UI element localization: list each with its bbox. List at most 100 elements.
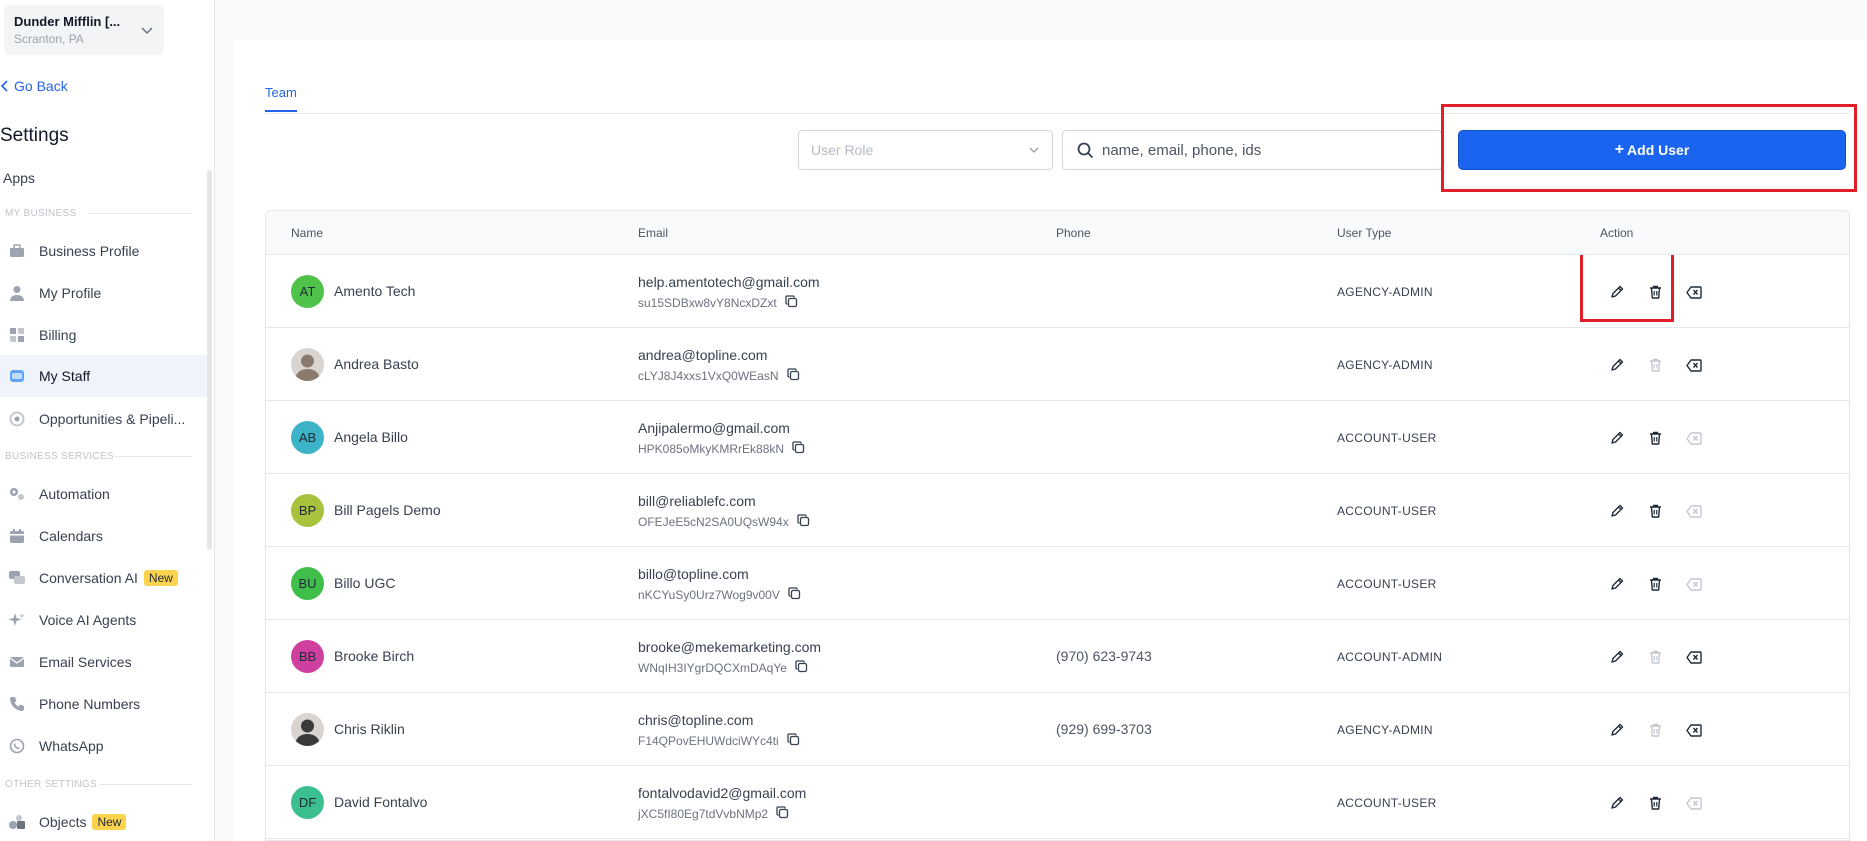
sidebar-item-opportunities[interactable]: Opportunities & Pipeli... xyxy=(0,400,207,438)
table-row: BP Bill Pagels Demo bill@reliablefc.com OFE… xyxy=(266,474,1849,547)
user-name: Andrea Basto xyxy=(334,356,419,372)
table-row: BB Brooke Birch brooke@mekemarketing.com WN… xyxy=(266,620,1849,693)
copy-icon[interactable] xyxy=(788,587,801,603)
location-subtitle: Scranton, PA xyxy=(14,32,84,46)
location-switcher[interactable]: Dunder Mifflin [... Scranton, PA xyxy=(4,5,164,55)
sidebar-item-apps[interactable]: Apps xyxy=(3,170,35,186)
section-label-business-services: BUSINESS SERVICES xyxy=(5,451,114,462)
table-row: Chris Riklin chris@topline.com F14QPovEHUW… xyxy=(266,693,1849,766)
avatar: BU xyxy=(291,567,324,600)
sidebar-item-calendars[interactable]: Calendars xyxy=(0,517,207,555)
table-header: Name Email Phone User Type Action xyxy=(266,211,1849,255)
new-badge: New xyxy=(92,814,127,830)
copy-icon[interactable] xyxy=(785,295,798,311)
user-email: chris@topline.com xyxy=(638,712,754,728)
remove-access-icon[interactable] xyxy=(1685,283,1703,301)
delete-icon[interactable] xyxy=(1646,721,1664,739)
highlight-box-add-user xyxy=(1441,104,1857,192)
sidebar-scrollbar[interactable] xyxy=(207,170,212,550)
copy-icon[interactable] xyxy=(787,733,800,749)
user-type: AGENCY-ADMIN xyxy=(1337,723,1433,737)
table-row: DF David Fontalvo fontalvodavid2@gmail.com… xyxy=(266,766,1849,839)
copy-icon[interactable] xyxy=(795,660,808,676)
delete-icon[interactable] xyxy=(1646,356,1664,374)
copy-icon[interactable] xyxy=(797,514,810,530)
search-field[interactable] xyxy=(1062,130,1442,170)
remove-access-icon[interactable] xyxy=(1685,429,1703,447)
sidebar-item-label: Conversation AI xyxy=(39,570,138,586)
sidebar-item-objects[interactable]: Objects New xyxy=(0,803,207,841)
avatar: DF xyxy=(291,786,324,819)
sidebar-item-voice-ai-agents[interactable]: Voice AI Agents xyxy=(0,601,207,639)
copy-icon[interactable] xyxy=(792,441,805,457)
edit-icon[interactable] xyxy=(1608,794,1626,812)
delete-icon[interactable] xyxy=(1646,794,1664,812)
avatar: AT xyxy=(291,275,324,308)
sidebar-item-label: Calendars xyxy=(39,528,103,544)
table-row: BU Billo UGC billo@topline.com nKCYuSy0Urz7… xyxy=(266,547,1849,620)
user-type: ACCOUNT-USER xyxy=(1337,796,1437,810)
user-type: ACCOUNT-USER xyxy=(1337,431,1437,445)
user-type: ACCOUNT-ADMIN xyxy=(1337,650,1443,664)
sidebar-item-email-services[interactable]: Email Services xyxy=(0,643,207,681)
user-id-text: OFEJeE5cN2SA0UQsW94x xyxy=(638,515,789,529)
tab-team[interactable]: Team xyxy=(265,85,297,112)
delete-icon[interactable] xyxy=(1646,429,1664,447)
delete-icon[interactable] xyxy=(1646,648,1664,666)
column-header-user-type: User Type xyxy=(1337,226,1392,240)
edit-icon[interactable] xyxy=(1608,575,1626,593)
remove-access-icon[interactable] xyxy=(1685,502,1703,520)
search-input[interactable] xyxy=(1102,141,1422,159)
edit-icon[interactable] xyxy=(1608,356,1626,374)
avatar xyxy=(291,713,324,746)
delete-icon[interactable] xyxy=(1646,283,1664,301)
edit-icon[interactable] xyxy=(1608,429,1626,447)
user-name: Angela Billo xyxy=(334,429,408,445)
copy-icon[interactable] xyxy=(786,368,800,384)
user-email: billo@topline.com xyxy=(638,566,749,582)
user-id: su15SDBxw8vY8NcxDZxt xyxy=(638,295,798,311)
sidebar-item-automation[interactable]: Automation xyxy=(0,475,207,513)
edit-icon[interactable] xyxy=(1608,502,1626,520)
sidebar-item-business-profile[interactable]: Business Profile xyxy=(0,232,207,270)
edit-icon[interactable] xyxy=(1608,283,1626,301)
remove-access-icon[interactable] xyxy=(1685,575,1703,593)
avatar: BB xyxy=(291,640,324,673)
remove-access-icon[interactable] xyxy=(1685,648,1703,666)
edit-icon[interactable] xyxy=(1608,648,1626,666)
target-icon xyxy=(8,410,26,428)
sidebar-item-label: Objects xyxy=(39,814,87,830)
user-id: WNqIH3IYgrDQCXmDAqYe xyxy=(638,660,808,676)
sidebar-item-billing[interactable]: Billing xyxy=(0,316,207,354)
table-row: AT Amento Tech help.amentotech@gmail.com su… xyxy=(266,255,1849,328)
remove-access-icon[interactable] xyxy=(1685,356,1703,374)
edit-icon[interactable] xyxy=(1608,721,1626,739)
sidebar-item-my-staff[interactable]: My Staff xyxy=(0,355,207,397)
user-id-text: HPK085oMkyKMRrEk88kN xyxy=(638,442,785,456)
sidebar-item-label: My Profile xyxy=(39,285,102,301)
sidebar-item-label: Voice AI Agents xyxy=(39,612,137,628)
chevron-down-icon xyxy=(141,27,153,35)
user-id: OFEJeE5cN2SA0UQsW94x xyxy=(638,514,810,530)
search-icon xyxy=(1077,142,1094,158)
user-role-placeholder: User Role xyxy=(811,142,874,158)
user-name: Bill Pagels Demo xyxy=(334,502,441,518)
go-back-link[interactable]: Go Back xyxy=(0,78,68,94)
remove-access-icon[interactable] xyxy=(1685,794,1703,812)
sidebar-item-whatsapp[interactable]: WhatsApp xyxy=(0,727,207,765)
user-name: Amento Tech xyxy=(334,283,416,299)
go-back-label: Go Back xyxy=(14,78,68,94)
user-id: jXC5fI80Eg7tdVvbNMp2 xyxy=(638,806,789,822)
sidebar-item-my-profile[interactable]: My Profile xyxy=(0,274,207,312)
delete-icon[interactable] xyxy=(1646,502,1664,520)
user-email: Anjipalermo@gmail.com xyxy=(638,420,790,436)
user-role-select[interactable]: User Role xyxy=(798,130,1053,170)
remove-access-icon[interactable] xyxy=(1685,721,1703,739)
copy-icon[interactable] xyxy=(776,806,789,822)
table-row: Andrea Basto andrea@topline.com cLYJ8J4xxs… xyxy=(266,328,1849,401)
whatsapp-icon xyxy=(8,737,26,755)
delete-icon[interactable] xyxy=(1646,575,1664,593)
user-id: F14QPovEHUWdciWYc4ti xyxy=(638,733,800,749)
sidebar-item-conversation-ai[interactable]: Conversation AI New xyxy=(0,559,207,597)
sidebar-item-phone-numbers[interactable]: Phone Numbers xyxy=(0,685,207,723)
